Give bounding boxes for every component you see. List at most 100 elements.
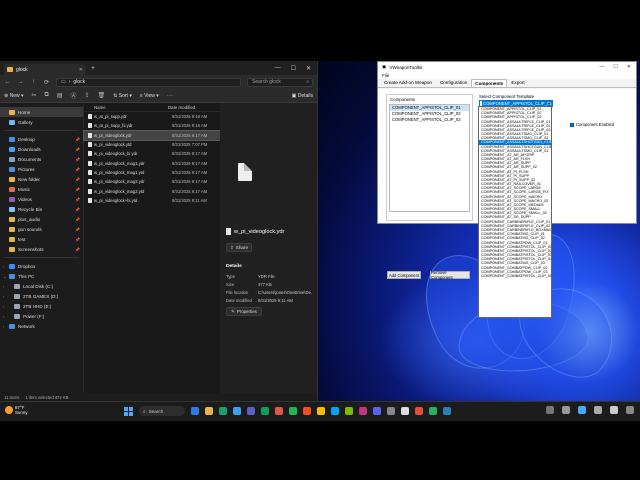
column-name[interactable]: Name: [84, 105, 168, 110]
taskbar-app-icon[interactable]: [317, 407, 325, 415]
pin-icon[interactable]: 📌: [75, 217, 80, 222]
sidebar-item[interactable]: Home: [0, 107, 83, 117]
search-input[interactable]: Search glock ⌕: [247, 77, 313, 87]
sidebar-item[interactable]: › Local Disk (C:): [0, 281, 83, 291]
taskbar-app-icon[interactable]: [247, 407, 255, 415]
more-options-icon[interactable]: ···: [167, 93, 173, 99]
dropdown-option[interactable]: COMPONENT_COMBATPISTOL_CLIP_05: [479, 274, 551, 278]
tray-icon[interactable]: [594, 406, 602, 414]
pin-icon[interactable]: 📌: [75, 197, 80, 202]
tab-create-add-on-weapon[interactable]: Create Add-on Weapon: [380, 78, 436, 87]
tab-export[interactable]: Export: [507, 78, 528, 87]
chevron-right-icon[interactable]: ›: [3, 304, 4, 309]
sidebar-item[interactable]: › 2TB GAMES (D:): [0, 291, 83, 301]
pin-icon[interactable]: 📌: [75, 137, 80, 142]
rename-icon[interactable]: Ⓐ: [71, 91, 77, 100]
sidebar-item[interactable]: › Network: [0, 321, 83, 331]
chevron-right-icon[interactable]: ›: [3, 284, 4, 289]
component-enabled-checkbox[interactable]: Component Enabled: [570, 122, 614, 127]
taskbar-app-icon[interactable]: [429, 407, 437, 415]
tray-icon[interactable]: [610, 406, 618, 414]
taskbar-app-icon[interactable]: [233, 407, 241, 415]
pin-icon[interactable]: 📌: [75, 247, 80, 252]
share-button[interactable]: ⇪ Share: [226, 243, 252, 252]
chevron-right-icon[interactable]: ⌄: [3, 274, 6, 279]
close-button[interactable]: ✕: [627, 64, 631, 70]
taskbar-search[interactable]: ⌕ Search: [139, 406, 185, 416]
remove-component-button[interactable]: Remove Component: [430, 270, 470, 280]
taskbar-app-icon[interactable]: [303, 407, 311, 415]
taskbar-app-icon[interactable]: [373, 407, 381, 415]
copy-icon[interactable]: ⧉: [45, 92, 49, 99]
file-row[interactable]: w_pi_videoglock+hi.ytd 8/31/2025 9:11 AM: [84, 196, 220, 205]
taskbar-app-icon[interactable]: [331, 407, 339, 415]
file-row[interactable]: w_pi_videoglock.ytd 8/31/2025 7:07 PM: [84, 140, 220, 149]
minimize-button[interactable]: —: [275, 65, 281, 72]
file-row[interactable]: w_at_pi_supp.ydr 8/31/2025 9:18 AM: [84, 112, 220, 121]
taskbar-app-icon[interactable]: [191, 407, 199, 415]
tray-icon[interactable]: [626, 406, 634, 414]
tray-icon[interactable]: [546, 406, 554, 414]
chevron-right-icon[interactable]: ›: [3, 314, 4, 319]
file-row[interactable]: w_pi_videoglock_mag1.ydr 8/31/2025 9:17 A…: [84, 158, 220, 167]
template-dropdown-list[interactable]: COMPONENT_APPISTOL_CLIP_01 COMPONENT_APPI…: [478, 106, 552, 318]
pin-icon[interactable]: 📌: [75, 227, 80, 232]
dropdown-option[interactable]: COMPONENT_AT_SCOPE_LARGE_FIX: [479, 190, 551, 194]
dropdown-option[interactable]: COMPONENT_COMBATMG_CLIP_03: [479, 261, 551, 265]
sidebar-item[interactable]: › 2TB HHD (E:): [0, 301, 83, 311]
sidebar-item[interactable]: › Dropbox: [0, 261, 83, 271]
sidebar-item[interactable]: plus_audio 📌: [0, 214, 83, 224]
pin-icon[interactable]: 📌: [75, 147, 80, 152]
file-row[interactable]: w_pi_videoglock.ydr 8/31/2025 9:17 AM: [83, 129, 221, 141]
taskbar-app-icon[interactable]: [415, 407, 423, 415]
new-button[interactable]: ⊕ New ▾: [4, 93, 24, 99]
tab-components[interactable]: Components: [471, 79, 508, 87]
taskbar-app-icon[interactable]: [387, 407, 395, 415]
up-arrow-icon[interactable]: ↑: [30, 79, 37, 85]
pin-icon[interactable]: 📌: [75, 157, 80, 162]
address-input[interactable]: ▭ › glock: [56, 77, 241, 87]
components-listbox[interactable]: COMPONENT_APPISTOL_CLIP_01 COMPONENT_APPI…: [389, 104, 470, 212]
file-row[interactable]: w_pi_videoglock_mag1.ytd 8/31/2025 9:17 A…: [84, 168, 220, 177]
taskbar-app-icon[interactable]: [359, 407, 367, 415]
close-tab-icon[interactable]: ✕: [79, 67, 83, 73]
file-row[interactable]: w_pi_videoglock_mag2.ydr 8/31/2025 9:17 A…: [84, 177, 220, 186]
taskbar-app-icon[interactable]: [205, 407, 213, 415]
maximize-button[interactable]: ☐: [613, 64, 617, 70]
sidebar-item[interactable]: ⌄ This PC: [0, 271, 83, 281]
sidebar-item[interactable]: Documents 📌: [0, 154, 83, 164]
delete-icon[interactable]: 🗑: [98, 92, 106, 99]
pin-icon[interactable]: 📌: [75, 187, 80, 192]
tab-glock[interactable]: glock ✕: [4, 64, 86, 75]
back-arrow-icon[interactable]: ←: [4, 79, 11, 85]
close-button[interactable]: ✕: [306, 65, 311, 72]
maximize-button[interactable]: ☐: [291, 65, 296, 72]
chevron-right-icon[interactable]: ›: [3, 324, 4, 329]
taskbar-app-icon[interactable]: [261, 407, 269, 415]
taskbar-app-icon[interactable]: [275, 407, 283, 415]
minimize-button[interactable]: —: [599, 64, 604, 70]
tray-icon[interactable]: [562, 406, 570, 414]
pin-icon[interactable]: 📌: [75, 177, 80, 182]
sidebar-item[interactable]: Gallery: [0, 117, 83, 127]
taskbar-app-icon[interactable]: [401, 407, 409, 415]
dropdown-option[interactable]: COMPONENT_APPISTOL_CLIP_03: [479, 115, 551, 119]
properties-button[interactable]: ✎ Properties: [226, 307, 262, 316]
taskbar-app-icon[interactable]: [345, 407, 353, 415]
taskbar-app-icon[interactable]: [443, 407, 451, 415]
sidebar-item[interactable]: Videos 📌: [0, 194, 83, 204]
sidebar-item[interactable]: Screenshots 📌: [0, 244, 83, 254]
sidebar-item[interactable]: Downloads 📌: [0, 144, 83, 154]
windows-start-icon[interactable]: [124, 406, 133, 416]
tab-configuration[interactable]: Configuration: [436, 78, 471, 87]
share-icon[interactable]: ⇪: [85, 92, 90, 99]
pin-icon[interactable]: 📌: [75, 237, 80, 242]
refresh-icon[interactable]: ⟳: [43, 79, 50, 86]
sidebar-item[interactable]: gun sounds 📌: [0, 224, 83, 234]
sort-button[interactable]: ⇅ Sort ▾: [113, 93, 132, 99]
new-tab-button[interactable]: +: [91, 65, 95, 72]
sidebar-item[interactable]: New folder 📌: [0, 174, 83, 184]
weather-widget[interactable]: 87°F Sunny: [5, 405, 27, 415]
chevron-right-icon[interactable]: ›: [3, 264, 4, 269]
sidebar-item[interactable]: Desktop 📌: [0, 134, 83, 144]
